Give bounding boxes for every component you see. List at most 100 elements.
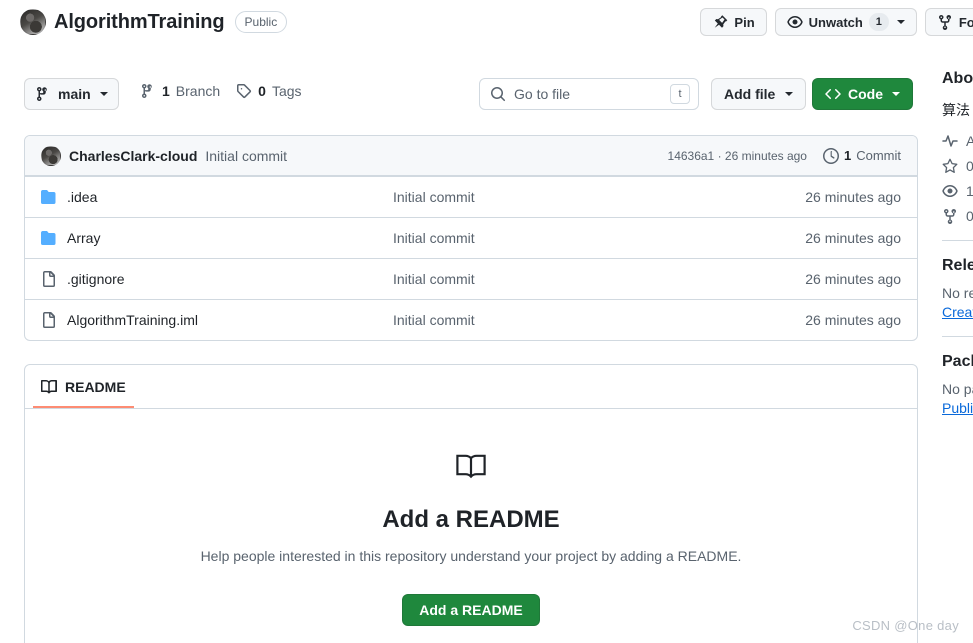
file-name-cell: .gitignore: [41, 271, 393, 287]
branch-count-label: Branch: [175, 83, 221, 99]
latest-commit-bar: CharlesClark-cloud Initial commit 14636a…: [25, 136, 917, 176]
activity-icon: [942, 133, 958, 149]
readme-panel: README Add a README Help people interest…: [24, 364, 918, 643]
fork-icon: [942, 208, 958, 224]
watching-link[interactable]: 1 watching: [942, 183, 973, 199]
releases-heading: Releases: [942, 257, 973, 274]
file-commit-message[interactable]: Initial commit: [393, 230, 805, 246]
file-commit-time: 26 minutes ago: [805, 230, 901, 246]
file-name[interactable]: .gitignore: [67, 271, 125, 287]
eye-icon: [942, 183, 958, 199]
commit-count-link[interactable]: 1 Commit: [822, 147, 901, 164]
page-title[interactable]: AlgorithmTraining: [54, 11, 225, 34]
file-icon: [41, 312, 57, 328]
forks-label: 0 forks: [966, 208, 973, 224]
file-name-cell: AlgorithmTraining.iml: [41, 312, 393, 328]
add-file-button[interactable]: Add file: [711, 78, 807, 110]
chevron-down-icon: [896, 20, 905, 24]
commit-separator: ·: [717, 148, 722, 163]
tag-count-link[interactable]: 0 Tags: [236, 83, 302, 99]
commit-time: 26 minutes ago: [724, 148, 807, 163]
table-row[interactable]: AlgorithmTraining.iml Initial commit 26 …: [25, 299, 917, 340]
tag-icon: [236, 83, 252, 99]
file-icon: [41, 271, 57, 287]
activity-link[interactable]: Activity: [942, 133, 973, 149]
file-name[interactable]: AlgorithmTraining.iml: [67, 312, 198, 328]
folder-icon: [41, 189, 57, 205]
commit-message[interactable]: Initial commit: [205, 148, 287, 164]
commit-author[interactable]: CharlesClark-cloud: [69, 148, 197, 164]
book-icon: [455, 454, 487, 487]
search-input[interactable]: Go to file: [514, 86, 662, 102]
unwatch-button[interactable]: Unwatch 1: [774, 8, 917, 36]
code-label: Code: [848, 86, 883, 102]
branch-name: main: [58, 86, 91, 102]
repo-sidebar: About 算法 Activity 0 stars 1 watching: [942, 70, 973, 416]
table-row[interactable]: .gitignore Initial commit 26 minutes ago: [25, 258, 917, 299]
commit-author-avatar[interactable]: [41, 145, 61, 166]
repo-description: 算法: [942, 102, 970, 118]
stars-link[interactable]: 0 stars: [942, 158, 973, 174]
add-readme-button[interactable]: Add a README: [402, 594, 540, 626]
file-commit-time: 26 minutes ago: [805, 271, 901, 287]
add-file-label: Add file: [724, 86, 776, 102]
publish-package-link[interactable]: Publish your first package: [942, 400, 973, 416]
readme-empty-title: Add a README: [382, 506, 560, 533]
about-heading: About: [942, 70, 973, 87]
branch-selector[interactable]: main: [24, 78, 119, 110]
file-commit-message[interactable]: Initial commit: [393, 189, 805, 205]
file-commit-message[interactable]: Initial commit: [393, 312, 805, 328]
create-release-link[interactable]: Create a new release: [942, 304, 973, 320]
commit-count-label: Commit: [856, 148, 901, 163]
file-name[interactable]: Array: [67, 230, 100, 246]
packages-empty-text: No packages published: [942, 381, 973, 397]
history-icon: [822, 147, 839, 164]
tag-count-label: Tags: [271, 83, 302, 99]
readme-tabs: README: [25, 365, 917, 409]
repo-toolbar: main 1 Branch 0 Tags Go to file t Add fi…: [0, 78, 973, 112]
star-icon: [942, 158, 958, 174]
file-list-panel: CharlesClark-cloud Initial commit 14636a…: [24, 135, 918, 341]
forks-link[interactable]: 0 forks: [942, 208, 973, 224]
branch-count-link[interactable]: 1 Branch: [140, 83, 220, 99]
pin-icon: [712, 14, 728, 30]
eye-icon: [787, 14, 803, 30]
activity-label: Activity: [966, 133, 973, 149]
tag-count: 0: [258, 83, 266, 99]
commit-sha: 14636a1: [667, 148, 715, 163]
branch-icon: [140, 83, 156, 99]
commit-count-value: 1: [843, 148, 852, 163]
pin-label: Pin: [734, 14, 755, 30]
book-icon: [41, 379, 57, 395]
owner-avatar[interactable]: [20, 9, 46, 35]
fork-button[interactable]: Fork 0: [924, 8, 973, 36]
csdn-watermark: CSDN @One day: [852, 618, 959, 633]
readme-empty-state: Add a README Help people interested in t…: [25, 409, 917, 626]
stars-label: 0 stars: [966, 158, 973, 174]
pin-button[interactable]: Pin: [700, 8, 767, 36]
search-icon: [490, 86, 506, 102]
chevron-down-icon: [785, 92, 794, 96]
repo-header: AlgorithmTraining Public Pin Unwatch 1 F…: [0, 0, 973, 46]
commit-meta-group: 14636a1 · 26 minutes ago 1 Commit: [668, 147, 901, 164]
github-repo-page: AlgorithmTraining Public Pin Unwatch 1 F…: [0, 0, 973, 643]
packages-heading: Packages: [942, 353, 973, 370]
watching-label: 1 watching: [966, 183, 973, 199]
tab-readme-label: README: [65, 379, 126, 395]
file-name-cell: Array: [41, 230, 393, 246]
commit-sha-and-time[interactable]: 14636a1 · 26 minutes ago: [668, 149, 807, 163]
repo-title-group: AlgorithmTraining Public: [20, 9, 288, 35]
go-to-file-search[interactable]: Go to file t: [479, 78, 699, 110]
watch-count: 1: [868, 13, 889, 31]
table-row[interactable]: .idea Initial commit 26 minutes ago: [25, 176, 917, 217]
tab-readme[interactable]: README: [33, 368, 134, 408]
refs-summary: 1 Branch 0 Tags: [140, 83, 302, 99]
sidebar-divider: [942, 240, 973, 241]
file-commit-message[interactable]: Initial commit: [393, 271, 805, 287]
readme-empty-subtitle: Help people interested in this repositor…: [200, 548, 742, 564]
table-row[interactable]: Array Initial commit 26 minutes ago: [25, 217, 917, 258]
file-name[interactable]: .idea: [67, 189, 97, 205]
code-button[interactable]: Code: [812, 78, 913, 110]
file-commit-time: 26 minutes ago: [805, 312, 901, 328]
repo-header-actions: Pin Unwatch 1 Fork 0: [700, 8, 973, 36]
